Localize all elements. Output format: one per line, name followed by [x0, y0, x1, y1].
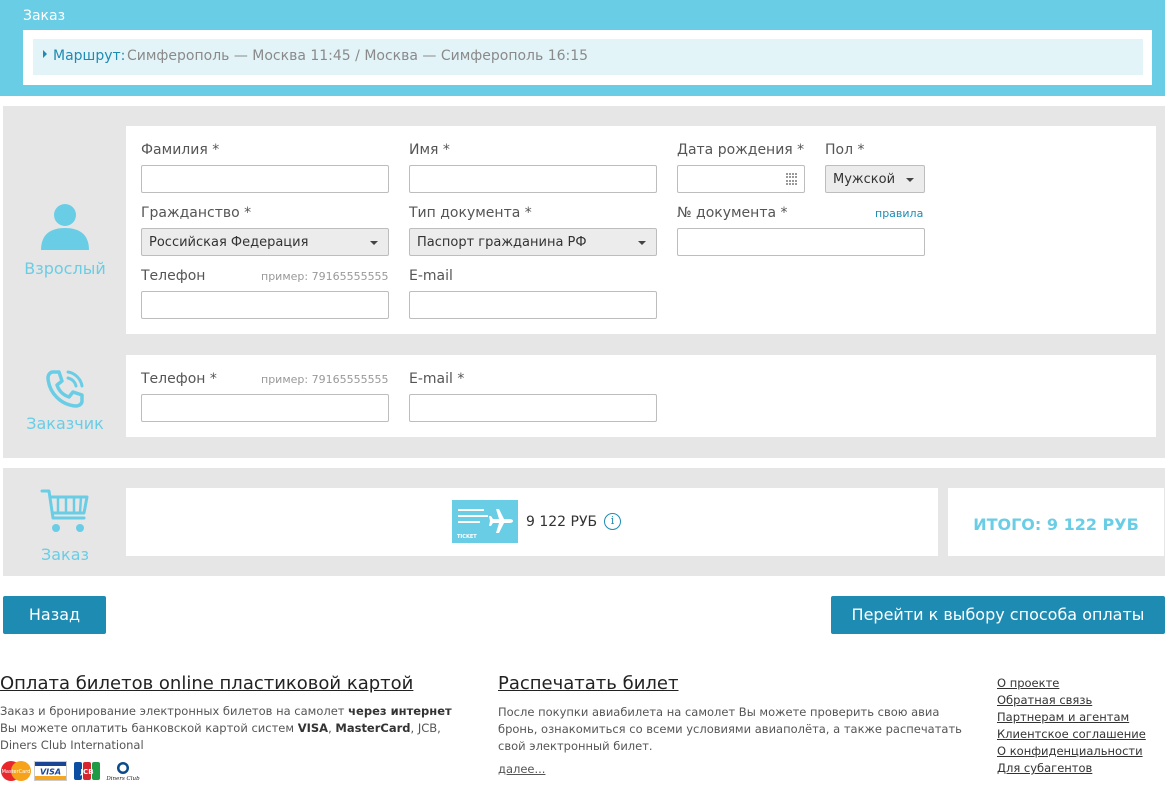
order-header-title: Заказ	[23, 8, 66, 24]
phone-icon	[46, 370, 84, 408]
gender-value: Мужской	[833, 172, 896, 187]
birth-date-input[interactable]	[677, 165, 805, 193]
customer-form: Телефон * пример: 79165555555 E-mail *	[126, 355, 1156, 437]
print-ticket-text: После покупки авиабилета на самолет Вы м…	[498, 705, 962, 753]
ticket-card: TICKET 9 122 РУБ i	[126, 488, 938, 556]
airplane-icon	[489, 509, 513, 533]
doc-type-label: Тип документа *	[409, 205, 532, 221]
last-name-input[interactable]	[141, 165, 389, 193]
visa-logo: VISA	[34, 761, 67, 781]
footer-link-partners[interactable]: Партнерам и агентам	[997, 709, 1146, 726]
phone-hint: пример: 79165555555	[261, 270, 389, 283]
phone-label: Телефон	[141, 268, 206, 284]
back-button[interactable]: Назад	[3, 596, 106, 634]
ticket-text: TICKET	[457, 534, 477, 540]
adult-label: Взрослый	[24, 259, 106, 278]
person-icon	[41, 204, 89, 250]
footer-link-feedback[interactable]: Обратная связь	[997, 692, 1146, 709]
total-card: ИТОГО: 9 122 РУБ	[948, 488, 1164, 556]
mastercard-logo: MasterCard	[1, 761, 31, 781]
first-name-input[interactable]	[409, 165, 657, 193]
birth-date-label: Дата рождения *	[677, 142, 805, 158]
footer-links: О проекте Обратная связь Партнерам и аге…	[997, 675, 1146, 777]
route-value: Симферополь — Москва 11:45 / Москва — Си…	[127, 48, 589, 64]
route-label: Маршрут:	[53, 48, 126, 64]
customer-label: Заказчик	[26, 414, 104, 433]
jcb-logo-text: JCB	[79, 768, 93, 776]
mastercard-logo-text: MasterCard	[2, 769, 31, 775]
cart-icon	[40, 489, 89, 532]
route-toggle[interactable]: Маршрут: Симферополь — Москва 11:45 / Мо…	[33, 39, 1143, 75]
passengers-panel: Взрослый Фамилия * Имя * Дата рождения *…	[3, 106, 1165, 458]
customer-phone-input[interactable]	[141, 394, 389, 422]
footer-link-agreement[interactable]: Клиентское соглашение	[997, 726, 1146, 743]
customer-phone-label: Телефон *	[141, 371, 217, 387]
citizenship-select[interactable]: Российская Федерация	[141, 228, 389, 256]
payment-info-text: Заказ и бронирование электронных билетов…	[0, 704, 452, 752]
citizenship-label: Гражданство *	[141, 205, 252, 221]
footer-link-subagents[interactable]: Для субагентов	[997, 760, 1146, 777]
customer-email-label: E-mail *	[409, 371, 465, 387]
email-label: E-mail	[409, 268, 453, 284]
customer-email-input[interactable]	[409, 394, 657, 422]
adult-form: Фамилия * Имя * Дата рождения * Пол * Му…	[126, 126, 1156, 334]
payment-info-title[interactable]: Оплата билетов online пластиковой картой	[0, 673, 413, 694]
citizenship-value: Российская Федерация	[149, 235, 309, 250]
footer-link-privacy[interactable]: О конфиденциальности	[997, 743, 1146, 760]
diners-club-logo: Diners Club	[105, 762, 140, 782]
ticket-price: 9 122 РУБ	[526, 514, 598, 530]
doc-number-input[interactable]	[677, 228, 925, 256]
order-header: Заказ Маршрут: Симферополь — Москва 11:4…	[0, 0, 1165, 96]
order-label: Заказ	[40, 545, 90, 564]
print-more-link[interactable]: далее...	[498, 762, 545, 776]
ticket-line	[458, 521, 480, 523]
customer-phone-hint: пример: 79165555555	[261, 373, 389, 386]
ticket-line	[458, 509, 484, 511]
dropdown-arrow-icon	[370, 241, 378, 245]
dropdown-arrow-icon	[906, 178, 914, 182]
gender-label: Пол *	[825, 142, 865, 158]
ticket-line	[458, 515, 488, 517]
ticket-icon: TICKET	[452, 500, 518, 543]
doc-number-label: № документа *	[677, 205, 788, 221]
proceed-to-payment-button[interactable]: Перейти к выбору способа оплаты	[831, 596, 1165, 634]
total-amount: ИТОГО: 9 122 РУБ	[973, 515, 1139, 534]
email-input[interactable]	[409, 291, 657, 319]
calendar-icon[interactable]	[786, 173, 798, 185]
info-icon[interactable]: i	[604, 513, 621, 530]
diners-club-logo-text: Diners Club	[105, 776, 140, 782]
route-box: Маршрут: Симферополь — Москва 11:45 / Мо…	[23, 30, 1152, 85]
last-name-label: Фамилия *	[141, 142, 220, 158]
gender-select[interactable]: Мужской	[825, 165, 925, 193]
rules-link[interactable]: правила	[875, 207, 923, 220]
footer-link-about[interactable]: О проекте	[997, 675, 1146, 692]
dropdown-arrow-icon	[638, 241, 646, 245]
doc-type-select[interactable]: Паспорт гражданина РФ	[409, 228, 657, 256]
doc-type-value: Паспорт гражданина РФ	[417, 235, 587, 250]
phone-input[interactable]	[141, 291, 389, 319]
order-panel: Заказ TICKET 9 122 РУБ i ИТОГО: 9 122 РУ…	[3, 468, 1165, 576]
jcb-logo: JCB	[74, 762, 100, 780]
first-name-label: Имя *	[409, 142, 450, 158]
caret-right-icon	[43, 50, 47, 58]
visa-logo-text: VISA	[40, 768, 61, 777]
print-ticket-title[interactable]: Распечатать билет	[498, 673, 678, 694]
